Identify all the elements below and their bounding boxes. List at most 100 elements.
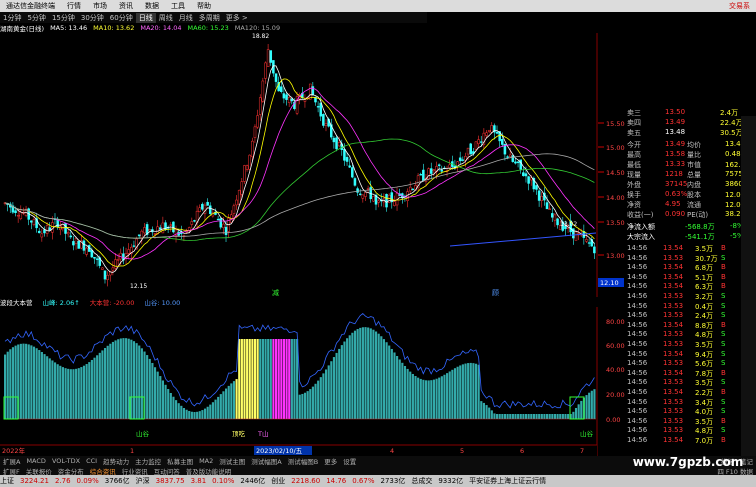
indicator-bar: [22, 343, 25, 419]
indicator-tab-10[interactable]: 测试幅图B: [285, 456, 321, 466]
info-tab-1[interactable]: 关联报价: [23, 466, 55, 476]
indicator-bar: [261, 339, 264, 419]
info-tab-4[interactable]: 行业资讯: [119, 466, 151, 476]
tick-row-cell: 14:56: [627, 330, 648, 339]
indicator-bar: [435, 378, 438, 419]
tick-row-cell: 13.53: [663, 407, 684, 416]
tick-row-cell: 14:56: [627, 282, 648, 291]
indicator-chart[interactable]: 80.00 60.00 40.00 20.00 0.00 山谷 顶吃 T山 山谷 2022年 1 20…: [0, 307, 625, 456]
candle-body: [469, 143, 472, 155]
indicator-tab-1[interactable]: MACD: [23, 457, 48, 465]
quote-row-cell: 0.090: [665, 210, 686, 218]
candle-body: [169, 224, 173, 226]
candle-body: [466, 147, 470, 155]
indicator-tick: 80.00: [606, 318, 625, 326]
timeframe-tab-9[interactable]: 更多 >: [223, 13, 251, 23]
timeframe-tab-2[interactable]: 15分钟: [49, 13, 78, 23]
indicator-bar: [309, 389, 312, 419]
tick-row: 14:5613.546.8万B5: [625, 263, 756, 273]
indicator-tab-12[interactable]: 设置: [340, 456, 359, 466]
info-tab-0[interactable]: 扩展F: [0, 466, 23, 476]
indicator-bar: [25, 343, 28, 419]
indicator-bar: [430, 380, 433, 419]
menu-trade[interactable]: 交易系: [723, 1, 756, 11]
indicator-bar: [580, 400, 583, 419]
indicator-tab-4[interactable]: 趋势动力: [100, 456, 132, 466]
indicator-bar: [493, 413, 496, 419]
info-tab-5[interactable]: 互动问答: [151, 466, 183, 476]
indicator-tab-8[interactable]: 测试主图: [216, 456, 248, 466]
indicator-tick: 0.00: [606, 416, 620, 424]
candle-body: [343, 148, 346, 161]
tick-row-cell: 13.54: [663, 349, 684, 358]
indicator-bar: [96, 355, 99, 419]
timeframe-tab-6[interactable]: 周线: [156, 13, 176, 23]
indicator-bar: [69, 369, 72, 419]
menu-quotes[interactable]: 行情: [61, 1, 87, 11]
indicator-tab-5[interactable]: 主力监控: [132, 456, 164, 466]
flow-row-cell: 大宗流入: [627, 233, 655, 241]
menu-help[interactable]: 帮助: [191, 1, 217, 11]
indicator-tab-3[interactable]: CCI: [83, 457, 100, 465]
candle-body: [366, 188, 370, 190]
indicator-bar: [546, 414, 549, 419]
indicator-tab-6[interactable]: 私募主图: [164, 456, 196, 466]
candlestick-chart[interactable]: 15.50 15.00 14.50 14.00 13.50 13.00 18.82 12.15…: [0, 33, 625, 297]
quote-row-cell: 净资: [627, 201, 641, 209]
info-tab-3[interactable]: 综合资讯: [87, 466, 119, 476]
menu-data[interactable]: 数据: [139, 1, 165, 11]
indicator-bar: [288, 339, 291, 419]
tick-row-cell: S: [721, 426, 726, 435]
timeframe-tab-4[interactable]: 60分钟: [107, 13, 136, 23]
timeframe-tab-5[interactable]: 日线: [135, 12, 156, 23]
timeframe-tab-7[interactable]: 月线: [176, 13, 196, 23]
candle-body: [77, 241, 80, 249]
timeframe-tab-8[interactable]: 多周期: [196, 13, 223, 23]
indicator-bar: [175, 400, 178, 419]
tick-row-cell: 6.8万: [695, 264, 714, 273]
sh-index-name[interactable]: 上证: [0, 476, 14, 486]
indicator-tab-7[interactable]: MA2: [196, 457, 216, 465]
tick-row: 14:5613.547.8万B3: [625, 369, 756, 379]
indicator-bar: [119, 338, 122, 419]
candle-body: [522, 172, 525, 177]
indicator-bar: [382, 339, 386, 419]
candle-body: [158, 227, 162, 230]
candle-body: [411, 188, 415, 191]
info-tab-2[interactable]: 资金分布: [55, 466, 87, 476]
indicator-bar: [27, 344, 30, 419]
indicator-tab-9[interactable]: 测试幅图A: [248, 456, 284, 466]
indicator-bar: [377, 333, 380, 419]
indicator-bar: [335, 352, 338, 419]
menu-tools[interactable]: 工具: [165, 1, 191, 11]
date-label: 2022年: [2, 446, 26, 455]
indicator-bar: [388, 345, 391, 419]
timeframe-tab-1[interactable]: 5分钟: [24, 13, 48, 23]
indicator-tab-2[interactable]: VOL-TDX: [49, 457, 83, 465]
indicator-tab-11[interactable]: 更多: [321, 456, 340, 466]
candle-body: [219, 218, 223, 228]
menu-market[interactable]: 市场: [87, 1, 113, 11]
candle-body: [45, 225, 49, 234]
indicator-bar: [227, 385, 230, 419]
candle-body: [235, 199, 238, 206]
candle-body: [345, 157, 349, 162]
tick-row-cell: 13.54: [663, 244, 684, 252]
indicator-bar: [201, 410, 204, 419]
hs-index-name[interactable]: 沪深: [136, 476, 150, 486]
timeframe-tab-0[interactable]: 1分钟: [0, 13, 24, 23]
timeframe-bar: 1分钟 5分钟 15分钟 30分钟 60分钟 日线 周线 月线 多周期 更多 >: [0, 12, 427, 23]
indicator-signal-label: 山谷: [136, 429, 150, 438]
indicator-tab-0[interactable]: 扩展A: [0, 456, 23, 466]
candle-body: [245, 165, 249, 170]
info-tab-6[interactable]: 普及版功能说明: [183, 466, 235, 476]
tick-row: 14:5613.543.5万B5: [625, 244, 756, 254]
candle-body: [264, 62, 267, 79]
indicator-bar: [135, 343, 138, 419]
indicator-bar: [248, 339, 251, 419]
indicator-bar: [590, 390, 593, 419]
cy-index-name[interactable]: 创业: [271, 476, 285, 486]
indicator-bar: [127, 338, 130, 419]
timeframe-tab-3[interactable]: 30分钟: [78, 13, 107, 23]
menu-news[interactable]: 资讯: [113, 1, 139, 11]
